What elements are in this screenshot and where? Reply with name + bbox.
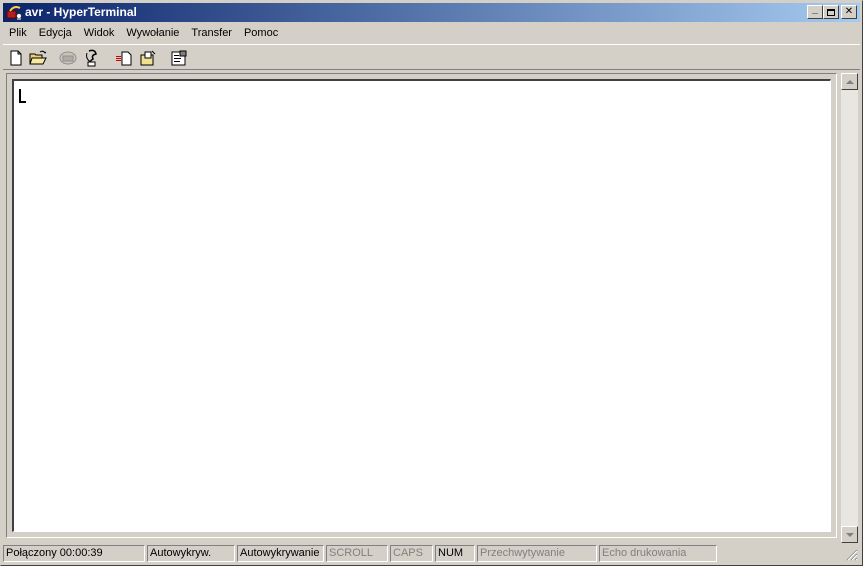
toolbar [3,44,860,70]
close-button[interactable]: ✕ [841,5,857,19]
window-title: avr - HyperTerminal [25,5,137,19]
status-echo: Echo drukowania [599,545,717,562]
send-file-icon [116,51,132,65]
new-connection-button[interactable] [5,47,27,68]
status-autodetect: Autowykrywanie [237,545,324,562]
status-autodetect-short: Autowykryw. [147,545,235,562]
open-button[interactable] [27,47,49,68]
receive-button[interactable] [137,47,159,68]
send-button[interactable] [113,47,135,68]
disconnect-button[interactable] [81,47,103,68]
terminal-cursor [19,89,26,103]
menu-wywolanie[interactable]: Wywołanie [120,23,185,43]
status-caps: CAPS [390,545,433,562]
status-num: NUM [435,545,475,562]
menu-pomoc[interactable]: Pomoc [238,23,284,43]
resize-grip-icon[interactable] [846,549,858,561]
scroll-up-button[interactable] [841,73,858,90]
arrow-down-icon [845,532,854,537]
maximize-button[interactable] [823,5,839,19]
open-folder-icon [29,50,47,64]
menu-transfer[interactable]: Transfer [185,23,238,43]
title-buttons: _ ✕ [807,5,857,19]
properties-button[interactable] [168,47,190,68]
hyperterminal-app-icon[interactable] [6,5,22,21]
status-connection: Połączony 00:00:39 [3,545,145,562]
menu-plik[interactable]: Plik [3,23,33,43]
phone-icon [59,51,77,64]
properties-icon [171,50,187,65]
scroll-down-button[interactable] [841,526,858,543]
menu-edycja[interactable]: Edycja [33,23,78,43]
status-scroll: SCROLL [326,545,388,562]
terminal-frame [6,73,837,538]
close-icon: ✕ [844,6,854,17]
menu-bar: Plik Edycja Widok Wywołanie Transfer Pom… [3,23,284,43]
status-capture: Przechwytywanie [477,545,597,562]
hyperterminal-window: avr - HyperTerminal _ ✕ Plik Edycja Wido… [0,0,863,566]
call-button[interactable] [57,47,79,68]
new-document-icon [10,50,22,65]
disconnect-icon [86,49,97,66]
menu-widok[interactable]: Widok [78,23,121,43]
title-bar[interactable]: avr - HyperTerminal _ ✕ [3,3,860,22]
minimize-icon: _ [812,4,818,15]
terminal-screen[interactable] [12,79,831,532]
vertical-scrollbar[interactable] [841,73,858,543]
status-bar: Połączony 00:00:39 Autowykryw. Autowykry… [3,544,860,563]
minimize-button[interactable]: _ [807,5,823,19]
maximize-icon [827,8,835,16]
arrow-up-icon [845,79,854,84]
receive-file-icon [140,50,156,65]
